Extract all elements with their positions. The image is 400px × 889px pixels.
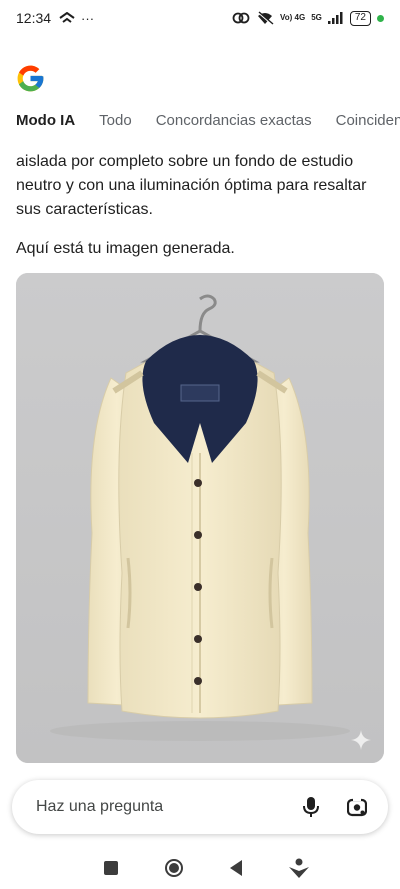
wifi-off-icon: [257, 11, 274, 25]
tab-todo[interactable]: Todo: [99, 112, 132, 142]
privacy-dot-icon: [377, 14, 384, 22]
link-icon: [232, 12, 250, 24]
generated-image-card[interactable]: [16, 273, 384, 763]
back-icon[interactable]: [225, 857, 247, 879]
ai-response-caption: Aquí está tu imagen generada.: [16, 240, 235, 257]
tab-modo-ia[interactable]: Modo IA: [16, 112, 75, 142]
signal-icon: [327, 12, 343, 24]
status-time: 12:34: [16, 10, 52, 26]
search-mode-tabs: Modo IA Todo Concordancias exactas Coinc…: [0, 112, 400, 142]
tab-coincidencias[interactable]: Coincidencias: [336, 112, 400, 142]
home-icon[interactable]: [163, 857, 185, 879]
ai-response-paragraph: aislada por completo sobre un fondo de e…: [16, 153, 367, 218]
jacket-image: [16, 273, 384, 763]
assistant-icon[interactable]: [288, 857, 310, 879]
tab-concordancias-exactas[interactable]: Concordancias exactas: [156, 112, 312, 142]
microphone-icon[interactable]: [300, 796, 322, 818]
system-nav-bar: [0, 846, 400, 889]
wifi-calling-icon: [59, 12, 75, 23]
ai-sparkle-icon: [351, 730, 371, 750]
google-lens-icon[interactable]: [346, 796, 368, 818]
status-bar: 12:34 ··· Vo) 4G 5G 72: [0, 0, 400, 36]
more-dots-icon: ···: [81, 10, 95, 26]
ask-input[interactable]: Haz una pregunta: [36, 798, 276, 816]
battery-indicator: 72: [349, 10, 371, 26]
ask-input-bar[interactable]: Haz una pregunta: [12, 780, 388, 834]
network-label: Vo) 4G: [280, 13, 306, 22]
status-right-icons: Vo) 4G 5G 72: [232, 10, 384, 26]
status-left-icons: ···: [59, 11, 94, 26]
recent-apps-icon[interactable]: [100, 857, 122, 879]
google-logo-icon[interactable]: [15, 63, 46, 94]
network-label-5g: 5G: [311, 13, 322, 22]
